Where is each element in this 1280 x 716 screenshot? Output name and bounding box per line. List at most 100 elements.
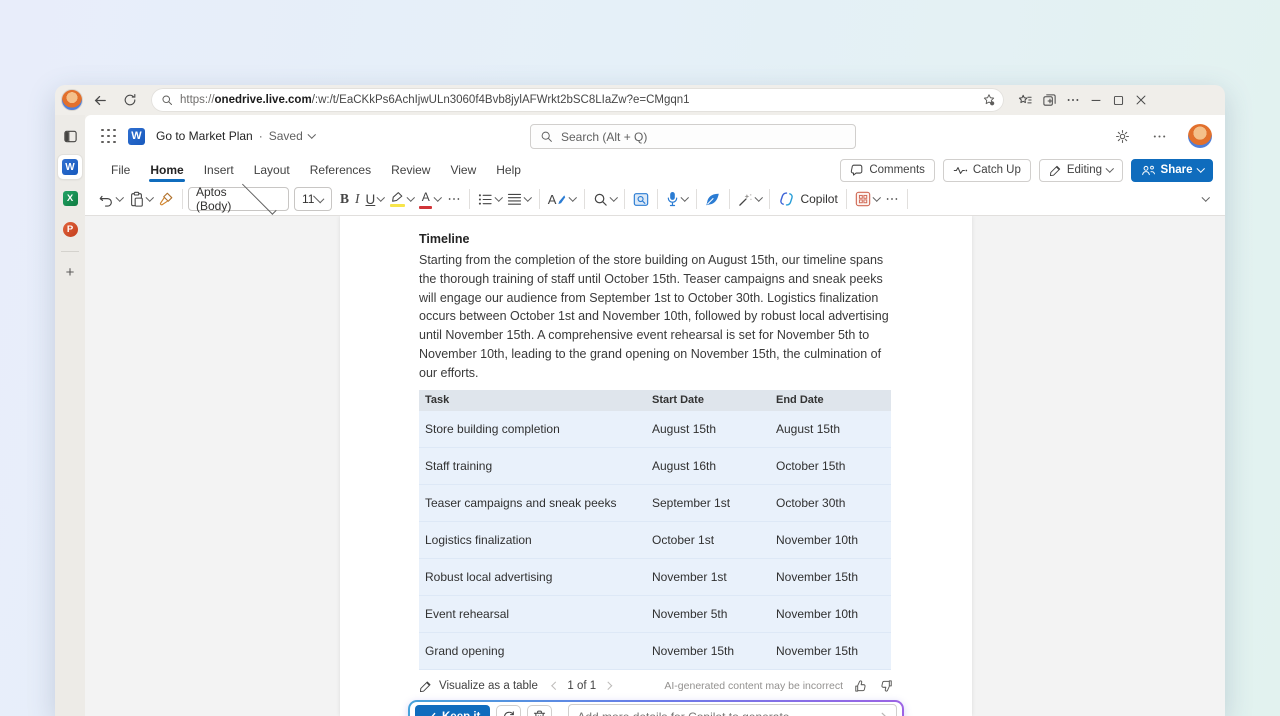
bold-button[interactable]: B xyxy=(337,186,352,212)
find-button[interactable] xyxy=(590,186,620,212)
keep-it-button[interactable]: Keep it xyxy=(415,705,491,716)
ribbon-more-button[interactable] xyxy=(882,186,902,212)
menu-references[interactable]: References xyxy=(300,159,381,181)
close-icon[interactable] xyxy=(1134,93,1148,107)
share-button[interactable]: Share xyxy=(1130,158,1213,182)
titlebar-actions xyxy=(1018,93,1148,108)
back-button[interactable] xyxy=(87,88,113,112)
url-bar[interactable]: https://onedrive.live.com/:w:/t/EaCKkPs6… xyxy=(151,88,1004,112)
browser-more-icon[interactable] xyxy=(1066,93,1080,107)
delete-button[interactable] xyxy=(527,705,553,716)
back-icon xyxy=(94,95,106,105)
italic-button[interactable]: I xyxy=(352,186,363,212)
menu-insert[interactable]: Insert xyxy=(194,159,244,181)
sidebar-item-powerpoint[interactable]: P xyxy=(58,217,82,241)
font-size-select[interactable]: 11 xyxy=(294,187,332,211)
underline-button[interactable]: U xyxy=(363,186,387,212)
browser-window: https://onedrive.live.com/:w:/t/EaCKkPs6… xyxy=(55,85,1225,716)
column-header-end-date: End Date xyxy=(770,389,891,411)
panel-icon xyxy=(63,130,77,142)
chevron-down-icon xyxy=(1196,164,1205,173)
ai-disclaimer: AI-generated content may be incorrect xyxy=(664,680,843,693)
user-avatar[interactable] xyxy=(1188,124,1212,148)
thumbs-down-icon[interactable] xyxy=(879,679,893,693)
edge-sidebar: W X P + xyxy=(55,115,85,716)
menu-layout[interactable]: Layout xyxy=(244,159,300,181)
document-page[interactable]: Timeline Starting from the completion of… xyxy=(340,216,972,716)
font-color-button[interactable]: A xyxy=(416,186,444,212)
regenerate-button[interactable] xyxy=(496,705,522,716)
document-name: Go to Market Plan xyxy=(156,129,253,143)
styles-button[interactable]: A xyxy=(545,186,579,212)
editing-mode-button[interactable]: Editing xyxy=(1038,158,1123,182)
table-row: Robust local advertising November 1st Nove… xyxy=(419,558,891,597)
menu-help[interactable]: Help xyxy=(486,159,531,181)
chevron-down-icon xyxy=(377,193,385,202)
chevron-down-icon xyxy=(406,193,415,202)
format-more-button[interactable] xyxy=(444,186,464,212)
auto-rewrite-button[interactable] xyxy=(735,186,765,212)
paste-button[interactable] xyxy=(126,186,156,212)
search-box[interactable]: Search (Alt + Q) xyxy=(530,124,856,149)
word-icon: W xyxy=(128,127,145,145)
table-row: Staff training August 16th October 15th xyxy=(419,447,891,486)
regenerate-icon xyxy=(503,710,514,716)
menu-home[interactable]: Home xyxy=(140,159,193,182)
dictate-button[interactable] xyxy=(663,186,691,212)
chevron-down-icon xyxy=(145,193,154,202)
saved-status: Saved xyxy=(268,129,303,143)
copilot-prompt-input[interactable] xyxy=(577,709,866,716)
chevron-down-icon xyxy=(754,193,763,202)
collections-icon[interactable] xyxy=(1042,93,1057,108)
catch-up-button[interactable]: Catch Up xyxy=(942,158,1031,182)
pagination-next-icon[interactable] xyxy=(604,682,612,690)
maximize-icon[interactable] xyxy=(1112,94,1125,107)
section-heading: Timeline xyxy=(419,232,470,246)
sidebar-add-button[interactable]: + xyxy=(58,260,82,284)
favorites-icon[interactable] xyxy=(1018,93,1033,108)
undo-button[interactable] xyxy=(95,186,126,212)
chevron-down-icon xyxy=(307,130,316,139)
browser-profile-avatar[interactable] xyxy=(61,89,83,111)
word-app: W Go to Market Plan · Saved Search (Alt … xyxy=(85,115,1225,716)
copilot-result-actions: Visualize as a table 1 of 1 AI-generated… xyxy=(419,679,893,693)
sidebar-item-word[interactable]: W xyxy=(58,155,82,179)
highlight-button[interactable] xyxy=(387,186,417,212)
copilot-prompt-field[interactable] xyxy=(568,704,897,716)
chevron-down-icon xyxy=(1201,193,1210,202)
format-painter-button[interactable] xyxy=(155,186,177,212)
menu-file[interactable]: File xyxy=(101,159,140,181)
document-title[interactable]: Go to Market Plan · Saved xyxy=(156,129,316,143)
collapse-ribbon-button[interactable] xyxy=(1200,186,1212,212)
table-header-row: Task Start Date End Date xyxy=(419,389,891,411)
header-more-icon[interactable] xyxy=(1152,129,1167,144)
minimize-icon[interactable] xyxy=(1089,93,1103,107)
sidebar-item-excel[interactable]: X xyxy=(58,186,82,210)
font-name-select[interactable]: Aptos (Body) xyxy=(188,180,289,215)
sidebar-panel-toggle[interactable] xyxy=(58,124,82,148)
pagination-count: 1 of 1 xyxy=(567,680,597,693)
comments-button[interactable]: Comments xyxy=(840,158,935,182)
bullet-list-button[interactable] xyxy=(475,186,505,212)
table-row: Store building completion August 15th Augu… xyxy=(419,410,891,449)
search-in-document-button[interactable] xyxy=(630,186,652,212)
timeline-table[interactable]: Task Start Date End Date Store building … xyxy=(419,389,891,671)
copilot-button[interactable]: Copilot xyxy=(775,186,840,212)
menu-view[interactable]: View xyxy=(440,159,486,181)
chevron-down-icon xyxy=(609,193,618,202)
submit-arrow-icon[interactable] xyxy=(872,711,888,716)
pagination-prev-icon[interactable] xyxy=(551,682,560,690)
thumbs-up-icon[interactable] xyxy=(854,679,868,693)
visualize-label[interactable]: Visualize as a table xyxy=(439,680,538,692)
align-button[interactable] xyxy=(504,186,534,212)
editor-button[interactable] xyxy=(702,186,724,212)
bookmark-settings-icon[interactable] xyxy=(982,93,996,107)
browser-titlebar: https://onedrive.live.com/:w:/t/EaCKkPs6… xyxy=(55,85,1225,115)
column-header-start-date: Start Date xyxy=(646,389,770,411)
comment-icon xyxy=(851,164,863,176)
app-launcher-icon[interactable] xyxy=(101,128,116,144)
refresh-button[interactable] xyxy=(117,88,143,112)
settings-gear-icon[interactable] xyxy=(1114,128,1131,145)
menu-review[interactable]: Review xyxy=(381,159,440,181)
designer-button[interactable] xyxy=(852,186,883,212)
